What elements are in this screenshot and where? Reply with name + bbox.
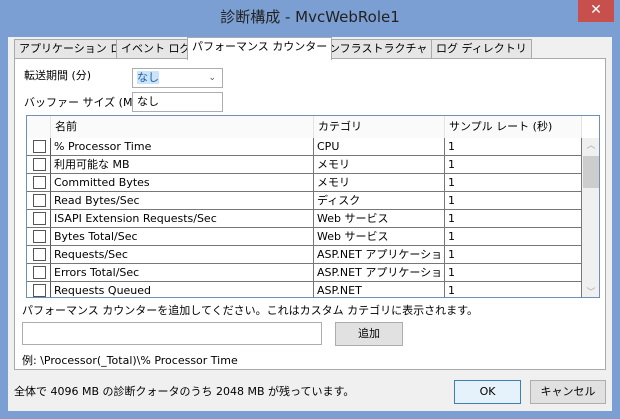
row-checkbox[interactable] [33,266,46,279]
checkbox-cell [27,264,51,282]
cancel-button[interactable]: キャンセル [530,380,606,404]
quota-status: 全体で 4096 MB の診断クォータのうち 2048 MB が残っています。 [14,385,355,398]
cell-rate[interactable]: 1 [445,138,582,156]
row-checkbox[interactable] [33,158,46,171]
cell-rate[interactable]: 1 [445,246,582,264]
cell-rate[interactable]: 1 [445,192,582,210]
cell-rate[interactable]: 1 [445,210,582,228]
close-button[interactable]: ✕ [578,0,614,22]
cell-name[interactable]: Requests/Sec [51,246,314,264]
checkbox-cell [27,210,51,228]
tab-event-log[interactable]: イベント ログ [116,39,196,59]
add-counter-hint: パフォーマンス カウンターを追加してください。これはカスタム カテゴリに表示され… [22,304,479,317]
cell-category[interactable]: メモリ [314,174,445,192]
vertical-scrollbar[interactable]: ︿ ﹀ [582,138,599,297]
checkbox-cell [27,174,51,192]
cell-category[interactable]: メモリ [314,156,445,174]
table-row[interactable]: % Processor Time CPU 1 [27,138,582,156]
table-row[interactable]: Requests/Sec ASP.NET アプリケーション 1 [27,246,582,264]
example-text: 例: \Processor(_Total)\% Processor Time [22,354,238,367]
cell-name[interactable]: Bytes Total/Sec [51,228,314,246]
cell-name[interactable]: % Processor Time [51,138,314,156]
cell-rate[interactable]: 1 [445,282,582,297]
cell-name[interactable]: Requests Queued [51,282,314,297]
checkbox-cell [27,228,51,246]
column-header-category[interactable]: カテゴリ [314,116,445,138]
cell-name[interactable]: Errors Total/Sec [51,264,314,282]
buffer-size-input[interactable]: なし [132,92,223,112]
ok-button[interactable]: OK [454,380,521,404]
cell-rate[interactable]: 1 [445,174,582,192]
cell-rate[interactable]: 1 [445,264,582,282]
chevron-down-icon: ⌄ [208,73,216,83]
cell-rate[interactable]: 1 [445,156,582,174]
cell-category[interactable]: CPU [314,138,445,156]
tab-log-directory[interactable]: ログ ディレクトリ [431,39,532,59]
table-row[interactable]: Read Bytes/Sec ディスク 1 [27,192,582,210]
cell-name[interactable]: ISAPI Extension Requests/Sec [51,210,314,228]
cell-name[interactable]: Committed Bytes [51,174,314,192]
scroll-down-icon[interactable]: ﹀ [582,285,599,297]
checkbox-cell [27,282,51,297]
checkbox-cell [27,192,51,210]
row-checkbox[interactable] [33,230,46,243]
table-row[interactable]: 利用可能な MB メモリ 1 [27,156,582,174]
add-button[interactable]: 追加 [335,322,403,346]
checkbox-cell [27,138,51,156]
cell-category[interactable]: ASP.NET アプリケーション [314,246,445,264]
transfer-period-value: なし [137,71,159,84]
row-checkbox[interactable] [33,194,46,207]
row-checkbox[interactable] [33,248,46,261]
scroll-up-icon[interactable]: ︿ [582,138,599,151]
row-checkbox[interactable] [33,140,46,153]
table-row[interactable]: Requests Queued ASP.NET 1 [27,282,582,297]
cell-category[interactable]: Web サービス [314,228,445,246]
transfer-period-select[interactable]: なし ⌄ [132,68,223,88]
cell-name[interactable]: 利用可能な MB [51,156,314,174]
row-checkbox[interactable] [33,176,46,189]
cell-rate[interactable]: 1 [445,228,582,246]
cell-category[interactable]: ディスク [314,192,445,210]
counter-grid: 名前 カテゴリ サンプル レート (秒) % Processor Time CP… [26,115,600,298]
table-row[interactable]: ISAPI Extension Requests/Sec Web サービス 1 [27,210,582,228]
cell-category[interactable]: Web サービス [314,210,445,228]
window-title: 診断構成 - MvcWebRole1 [220,8,400,26]
row-header-column [27,116,51,138]
cell-category[interactable]: ASP.NET アプリケーション [314,264,445,282]
cell-name[interactable]: Read Bytes/Sec [51,192,314,210]
transfer-period-label: 転送期間 (分) [24,69,92,82]
column-header-name[interactable]: 名前 [51,116,314,138]
table-row[interactable]: Bytes Total/Sec Web サービス 1 [27,228,582,246]
row-checkbox[interactable] [33,212,46,225]
buffer-size-label: バッファー サイズ (MB) [24,96,145,109]
scrollbar-thumb[interactable] [583,156,599,188]
table-row[interactable]: Errors Total/Sec ASP.NET アプリケーション 1 [27,264,582,282]
column-header-rate[interactable]: サンプル レート (秒) [445,116,582,138]
checkbox-cell [27,246,51,264]
counter-input[interactable] [22,322,322,345]
table-row[interactable]: Committed Bytes メモリ 1 [27,174,582,192]
cell-category[interactable]: ASP.NET [314,282,445,297]
row-checkbox[interactable] [33,284,46,297]
checkbox-cell [27,156,51,174]
tab-performance-counter[interactable]: パフォーマンス カウンター [187,37,333,60]
